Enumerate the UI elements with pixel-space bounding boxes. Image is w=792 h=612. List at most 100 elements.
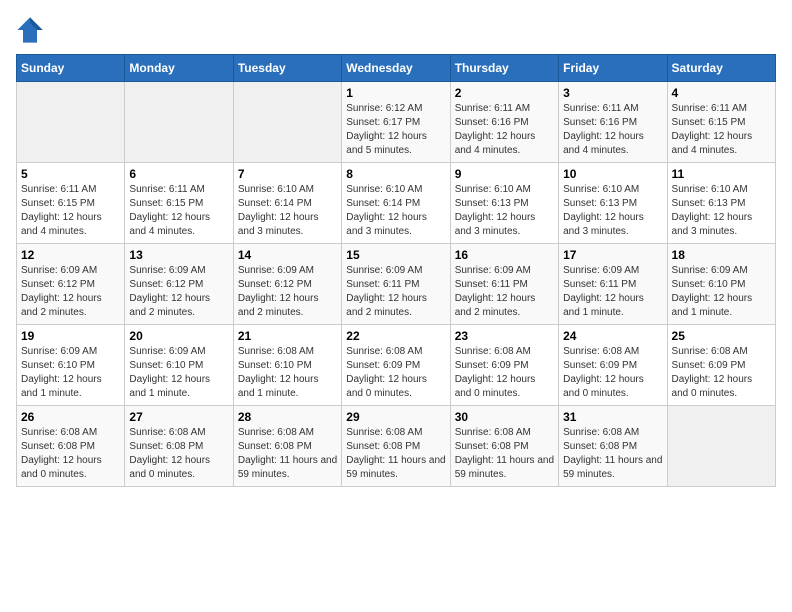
day-info: Sunrise: 6:10 AMSunset: 6:14 PMDaylight:…	[346, 183, 445, 239]
day-number: 20	[129, 329, 228, 343]
day-info: Sunrise: 6:08 AMSunset: 6:09 PMDaylight:…	[346, 345, 445, 401]
day-info: Sunrise: 6:09 AMSunset: 6:11 PMDaylight:…	[346, 264, 445, 320]
day-number: 16	[455, 248, 554, 262]
calendar-cell: 21 Sunrise: 6:08 AMSunset: 6:10 PMDayligh…	[233, 325, 341, 406]
day-info: Sunrise: 6:11 AMSunset: 6:15 PMDaylight:…	[672, 102, 771, 158]
calendar-cell: 1 Sunrise: 6:12 AMSunset: 6:17 PMDaylight…	[342, 82, 450, 163]
calendar-cell	[233, 82, 341, 163]
day-number: 7	[238, 167, 337, 181]
day-number: 27	[129, 410, 228, 424]
calendar-cell: 18 Sunrise: 6:09 AMSunset: 6:10 PMDayligh…	[667, 244, 775, 325]
calendar-week-5: 26 Sunrise: 6:08 AMSunset: 6:08 PMDayligh…	[17, 406, 776, 487]
day-info: Sunrise: 6:08 AMSunset: 6:08 PMDaylight:…	[563, 426, 662, 482]
calendar-cell: 7 Sunrise: 6:10 AMSunset: 6:14 PMDaylight…	[233, 163, 341, 244]
calendar-week-2: 5Sunrise: 6:11 AMSunset: 6:15 PMDaylight…	[17, 163, 776, 244]
day-info: Sunrise: 6:09 AMSunset: 6:10 PMDaylight:…	[21, 345, 120, 401]
calendar-cell: 14 Sunrise: 6:09 AMSunset: 6:12 PMDayligh…	[233, 244, 341, 325]
day-number: 31	[563, 410, 662, 424]
day-number: 21	[238, 329, 337, 343]
calendar-week-1: 1 Sunrise: 6:12 AMSunset: 6:17 PMDaylight…	[17, 82, 776, 163]
calendar-cell	[125, 82, 233, 163]
day-number: 14	[238, 248, 337, 262]
calendar-cell: 29 Sunrise: 6:08 AMSunset: 6:08 PMDayligh…	[342, 406, 450, 487]
weekday-header-friday: Friday	[559, 55, 667, 82]
day-info: Sunrise: 6:08 AMSunset: 6:08 PMDaylight:…	[129, 426, 228, 482]
day-number: 18	[672, 248, 771, 262]
weekday-header-wednesday: Wednesday	[342, 55, 450, 82]
day-number: 22	[346, 329, 445, 343]
day-number: 6	[129, 167, 228, 181]
day-number: 30	[455, 410, 554, 424]
calendar-cell: 24 Sunrise: 6:08 AMSunset: 6:09 PMDayligh…	[559, 325, 667, 406]
day-number: 10	[563, 167, 662, 181]
day-info: Sunrise: 6:11 AMSunset: 6:15 PMDaylight:…	[129, 183, 228, 239]
weekday-header-tuesday: Tuesday	[233, 55, 341, 82]
calendar-cell	[667, 406, 775, 487]
day-info: Sunrise: 6:08 AMSunset: 6:09 PMDaylight:…	[455, 345, 554, 401]
day-number: 4	[672, 86, 771, 100]
calendar-cell: 12 Sunrise: 6:09 AMSunset: 6:12 PMDayligh…	[17, 244, 125, 325]
day-number: 26	[21, 410, 120, 424]
weekday-header-monday: Monday	[125, 55, 233, 82]
calendar-cell: 11Sunrise: 6:10 AMSunset: 6:13 PMDayligh…	[667, 163, 775, 244]
day-info: Sunrise: 6:08 AMSunset: 6:08 PMDaylight:…	[346, 426, 445, 482]
calendar-cell: 27 Sunrise: 6:08 AMSunset: 6:08 PMDayligh…	[125, 406, 233, 487]
day-number: 8	[346, 167, 445, 181]
calendar-cell: 6 Sunrise: 6:11 AMSunset: 6:15 PMDaylight…	[125, 163, 233, 244]
day-info: Sunrise: 6:09 AMSunset: 6:11 PMDaylight:…	[563, 264, 662, 320]
day-info: Sunrise: 6:09 AMSunset: 6:12 PMDaylight:…	[238, 264, 337, 320]
day-info: Sunrise: 6:08 AMSunset: 6:09 PMDaylight:…	[563, 345, 662, 401]
day-number: 28	[238, 410, 337, 424]
day-number: 1	[346, 86, 445, 100]
day-info: Sunrise: 6:08 AMSunset: 6:10 PMDaylight:…	[238, 345, 337, 401]
logo	[16, 16, 48, 44]
day-info: Sunrise: 6:09 AMSunset: 6:10 PMDaylight:…	[129, 345, 228, 401]
day-number: 24	[563, 329, 662, 343]
calendar-cell: 10 Sunrise: 6:10 AMSunset: 6:13 PMDayligh…	[559, 163, 667, 244]
calendar-cell: 15Sunrise: 6:09 AMSunset: 6:11 PMDayligh…	[342, 244, 450, 325]
day-info: Sunrise: 6:11 AMSunset: 6:15 PMDaylight:…	[21, 183, 120, 239]
day-number: 23	[455, 329, 554, 343]
day-number: 17	[563, 248, 662, 262]
day-info: Sunrise: 6:08 AMSunset: 6:09 PMDaylight:…	[672, 345, 771, 401]
calendar-cell: 16 Sunrise: 6:09 AMSunset: 6:11 PMDayligh…	[450, 244, 558, 325]
calendar-cell: 3Sunrise: 6:11 AMSunset: 6:16 PMDaylight…	[559, 82, 667, 163]
day-info: Sunrise: 6:10 AMSunset: 6:13 PMDaylight:…	[455, 183, 554, 239]
calendar-cell: 9 Sunrise: 6:10 AMSunset: 6:13 PMDaylight…	[450, 163, 558, 244]
day-info: Sunrise: 6:08 AMSunset: 6:08 PMDaylight:…	[455, 426, 554, 482]
calendar-cell: 23 Sunrise: 6:08 AMSunset: 6:09 PMDayligh…	[450, 325, 558, 406]
day-number: 25	[672, 329, 771, 343]
day-info: Sunrise: 6:09 AMSunset: 6:12 PMDaylight:…	[21, 264, 120, 320]
day-info: Sunrise: 6:10 AMSunset: 6:14 PMDaylight:…	[238, 183, 337, 239]
day-number: 29	[346, 410, 445, 424]
calendar-cell: 5Sunrise: 6:11 AMSunset: 6:15 PMDaylight…	[17, 163, 125, 244]
day-info: Sunrise: 6:11 AMSunset: 6:16 PMDaylight:…	[455, 102, 554, 158]
calendar-cell: 17 Sunrise: 6:09 AMSunset: 6:11 PMDayligh…	[559, 244, 667, 325]
calendar-table: SundayMondayTuesdayWednesdayThursdayFrid…	[16, 54, 776, 487]
calendar-cell: 8 Sunrise: 6:10 AMSunset: 6:14 PMDaylight…	[342, 163, 450, 244]
day-info: Sunrise: 6:08 AMSunset: 6:08 PMDaylight:…	[21, 426, 120, 482]
weekday-header-sunday: Sunday	[17, 55, 125, 82]
logo-icon	[16, 16, 44, 44]
calendar-cell: 19 Sunrise: 6:09 AMSunset: 6:10 PMDayligh…	[17, 325, 125, 406]
day-number: 19	[21, 329, 120, 343]
calendar-cell: 26 Sunrise: 6:08 AMSunset: 6:08 PMDayligh…	[17, 406, 125, 487]
weekday-header-thursday: Thursday	[450, 55, 558, 82]
calendar-cell: 4 Sunrise: 6:11 AMSunset: 6:15 PMDaylight…	[667, 82, 775, 163]
day-info: Sunrise: 6:12 AMSunset: 6:17 PMDaylight:…	[346, 102, 445, 158]
day-info: Sunrise: 6:10 AMSunset: 6:13 PMDaylight:…	[563, 183, 662, 239]
day-number: 12	[21, 248, 120, 262]
day-info: Sunrise: 6:09 AMSunset: 6:10 PMDaylight:…	[672, 264, 771, 320]
day-info: Sunrise: 6:10 AMSunset: 6:13 PMDaylight:…	[672, 183, 771, 239]
calendar-cell: 31 Sunrise: 6:08 AMSunset: 6:08 PMDayligh…	[559, 406, 667, 487]
day-number: 3	[563, 86, 662, 100]
calendar-cell: 20 Sunrise: 6:09 AMSunset: 6:10 PMDayligh…	[125, 325, 233, 406]
day-number: 9	[455, 167, 554, 181]
day-info: Sunrise: 6:09 AMSunset: 6:11 PMDaylight:…	[455, 264, 554, 320]
calendar-cell	[17, 82, 125, 163]
calendar-cell: 25 Sunrise: 6:08 AMSunset: 6:09 PMDayligh…	[667, 325, 775, 406]
calendar-cell: 2 Sunrise: 6:11 AMSunset: 6:16 PMDaylight…	[450, 82, 558, 163]
day-info: Sunrise: 6:09 AMSunset: 6:12 PMDaylight:…	[129, 264, 228, 320]
day-number: 2	[455, 86, 554, 100]
weekday-header-saturday: Saturday	[667, 55, 775, 82]
